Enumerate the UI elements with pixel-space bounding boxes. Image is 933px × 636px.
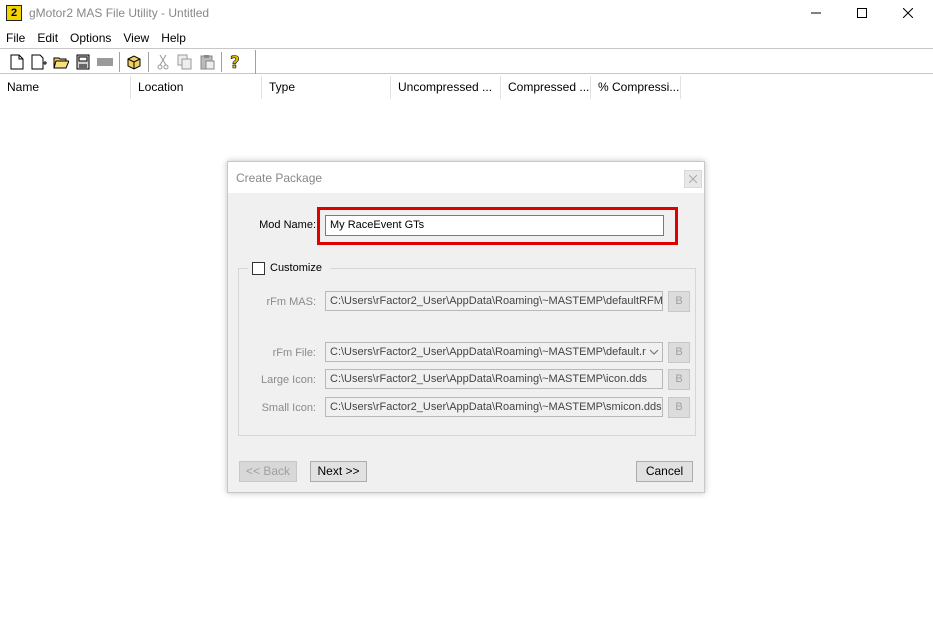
rfm-file-browse-button[interactable]: B	[668, 342, 690, 363]
create-package-dialog: Create Package Mod Name: My RaceEvent GT…	[227, 161, 705, 493]
rfm-mas-browse-button[interactable]: B	[668, 291, 690, 312]
header-compressed[interactable]: Compressed ...	[501, 76, 591, 99]
header-type[interactable]: Type	[262, 76, 391, 99]
header-percent-compression[interactable]: % Compressi...	[591, 76, 681, 99]
toolbar-separator	[148, 52, 149, 72]
disabled-icon	[97, 58, 113, 66]
menu-file[interactable]: File	[0, 29, 31, 47]
rfm-mas-label: rFm MAS:	[266, 296, 317, 308]
large-icon-browse-button[interactable]: B	[668, 369, 690, 390]
cut-button[interactable]	[152, 51, 174, 73]
package-icon	[127, 55, 141, 70]
customize-label: Customize	[270, 262, 322, 274]
large-icon-field[interactable]: C:\Users\rFactor2_User\AppData\Roaming\~…	[325, 369, 663, 389]
paste-button[interactable]	[196, 51, 218, 73]
toolbar-separator	[119, 52, 120, 72]
window-title: gMotor2 MAS File Utility - Untitled	[29, 6, 210, 20]
rfm-file-dropdown[interactable]: C:\Users\rFactor2_User\AppData\Roaming\~…	[325, 342, 663, 362]
help-button[interactable]: ?	[225, 51, 247, 73]
menu-edit[interactable]: Edit	[31, 29, 64, 47]
close-icon	[689, 175, 697, 183]
small-icon-field[interactable]: C:\Users\rFactor2_User\AppData\Roaming\~…	[325, 397, 663, 417]
small-icon-label: Small Icon:	[261, 402, 316, 414]
next-button[interactable]: Next >>	[310, 461, 367, 482]
column-headers: Name Location Type Uncompressed ... Comp…	[0, 76, 933, 99]
open-folder-icon	[53, 57, 69, 69]
minimize-icon	[811, 12, 821, 14]
menu-view[interactable]: View	[117, 29, 155, 47]
cut-icon	[157, 54, 169, 70]
header-uncompressed[interactable]: Uncompressed ...	[391, 76, 501, 99]
menu-help[interactable]: Help	[155, 29, 192, 47]
cancel-button[interactable]: Cancel	[636, 461, 693, 482]
maximize-icon	[857, 8, 867, 18]
back-button[interactable]: << Back	[239, 461, 297, 482]
package-button[interactable]	[123, 51, 145, 73]
rfm-file-value: C:\Users\rFactor2_User\AppData\Roaming\~…	[330, 346, 646, 358]
disabled-tool-button[interactable]	[94, 51, 116, 73]
add-file-icon	[31, 54, 47, 70]
toolbar-separator	[221, 52, 222, 72]
open-button[interactable]	[50, 51, 72, 73]
close-icon	[903, 8, 913, 18]
mod-name-input[interactable]: My RaceEvent GTs	[325, 215, 664, 236]
maximize-button[interactable]	[839, 0, 885, 26]
add-file-button[interactable]	[28, 51, 50, 73]
rfm-mas-field[interactable]: C:\Users\rFactor2_User\AppData\Roaming\~…	[325, 291, 663, 311]
toolbar: ?	[0, 48, 933, 74]
new-button[interactable]	[6, 51, 28, 73]
dialog-title-bar: Create Package	[228, 162, 704, 193]
close-button[interactable]	[885, 0, 931, 26]
copy-icon	[177, 54, 192, 70]
header-location[interactable]: Location	[131, 76, 262, 99]
small-icon-browse-button[interactable]: B	[668, 397, 690, 418]
mod-name-label: Mod Name:	[259, 219, 316, 231]
customize-checkbox[interactable]	[252, 262, 265, 275]
svg-text:?: ?	[230, 53, 240, 71]
rfm-file-label: rFm File:	[272, 347, 316, 359]
menu-options[interactable]: Options	[64, 29, 117, 47]
copy-button[interactable]	[174, 51, 196, 73]
new-file-icon	[10, 54, 24, 70]
help-icon: ?	[230, 53, 240, 71]
menu-bar: File Edit Options View Help	[0, 29, 192, 47]
header-name[interactable]: Name	[0, 76, 131, 99]
dialog-title: Create Package	[236, 171, 323, 185]
app-icon: 2	[6, 5, 22, 21]
dialog-close-button[interactable]	[684, 170, 702, 188]
paste-icon	[200, 55, 215, 70]
save-icon	[76, 54, 90, 70]
minimize-button[interactable]	[793, 0, 839, 26]
title-bar: 2 gMotor2 MAS File Utility - Untitled	[0, 0, 933, 26]
save-button[interactable]	[72, 51, 94, 73]
large-icon-label: Large Icon:	[260, 374, 316, 386]
chevron-down-icon	[649, 349, 659, 355]
